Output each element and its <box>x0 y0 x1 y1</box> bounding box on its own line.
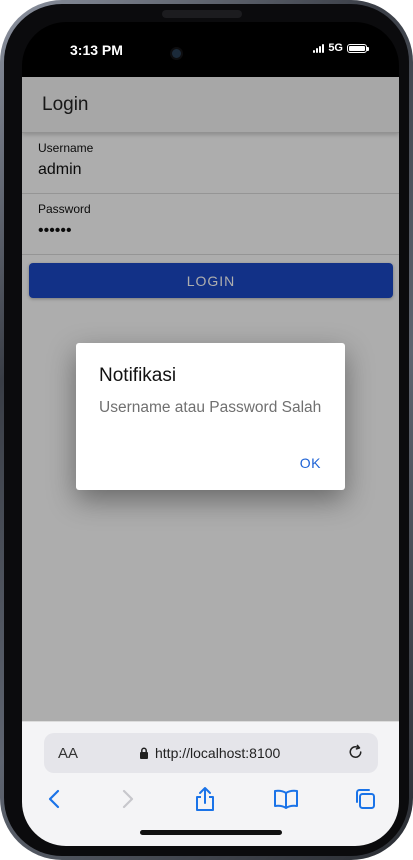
url-display[interactable]: http://localhost:8100 <box>139 745 280 761</box>
tabs-button[interactable] <box>350 784 380 814</box>
alert-dialog: Notifikasi Username atau Password Salah … <box>76 343 345 490</box>
bookmarks-button[interactable] <box>271 784 301 814</box>
status-time: 3:13 PM <box>70 42 123 58</box>
phone-frame: 3:13 PM 5G Login Username admin Password <box>0 0 413 860</box>
address-bar[interactable]: AA http://localhost:8100 <box>44 733 378 773</box>
phone-bezel: 3:13 PM 5G Login Username admin Password <box>4 4 409 856</box>
speaker-grille <box>162 10 242 18</box>
alert-title: Notifikasi <box>99 365 177 386</box>
url-text: http://localhost:8100 <box>155 745 281 761</box>
share-icon <box>196 787 214 811</box>
home-indicator <box>140 830 282 835</box>
tabs-icon <box>356 789 375 809</box>
book-icon <box>274 789 298 809</box>
signal-icon <box>313 43 325 53</box>
battery-icon <box>347 43 369 53</box>
forward-button[interactable] <box>113 784 143 814</box>
reload-icon[interactable] <box>346 743 365 762</box>
lock-icon <box>140 747 148 759</box>
camera-icon <box>172 49 181 58</box>
browser-toolbar: AA http://localhost:8100 <box>22 721 399 846</box>
share-button[interactable] <box>190 784 220 814</box>
text-size-button[interactable]: AA <box>58 745 78 762</box>
app-content: Login Username admin Password •••••• LOG… <box>22 77 399 721</box>
chevron-left-icon <box>48 789 60 809</box>
back-button[interactable] <box>39 784 69 814</box>
phone-screen: 3:13 PM 5G Login Username admin Password <box>22 22 399 846</box>
network-type: 5G <box>328 42 343 54</box>
alert-ok-button[interactable]: OK <box>300 455 321 471</box>
chevron-right-icon <box>122 789 134 809</box>
alert-message: Username atau Password Salah <box>99 399 322 416</box>
browser-nav <box>22 784 399 818</box>
status-indicators: 5G <box>313 42 369 54</box>
